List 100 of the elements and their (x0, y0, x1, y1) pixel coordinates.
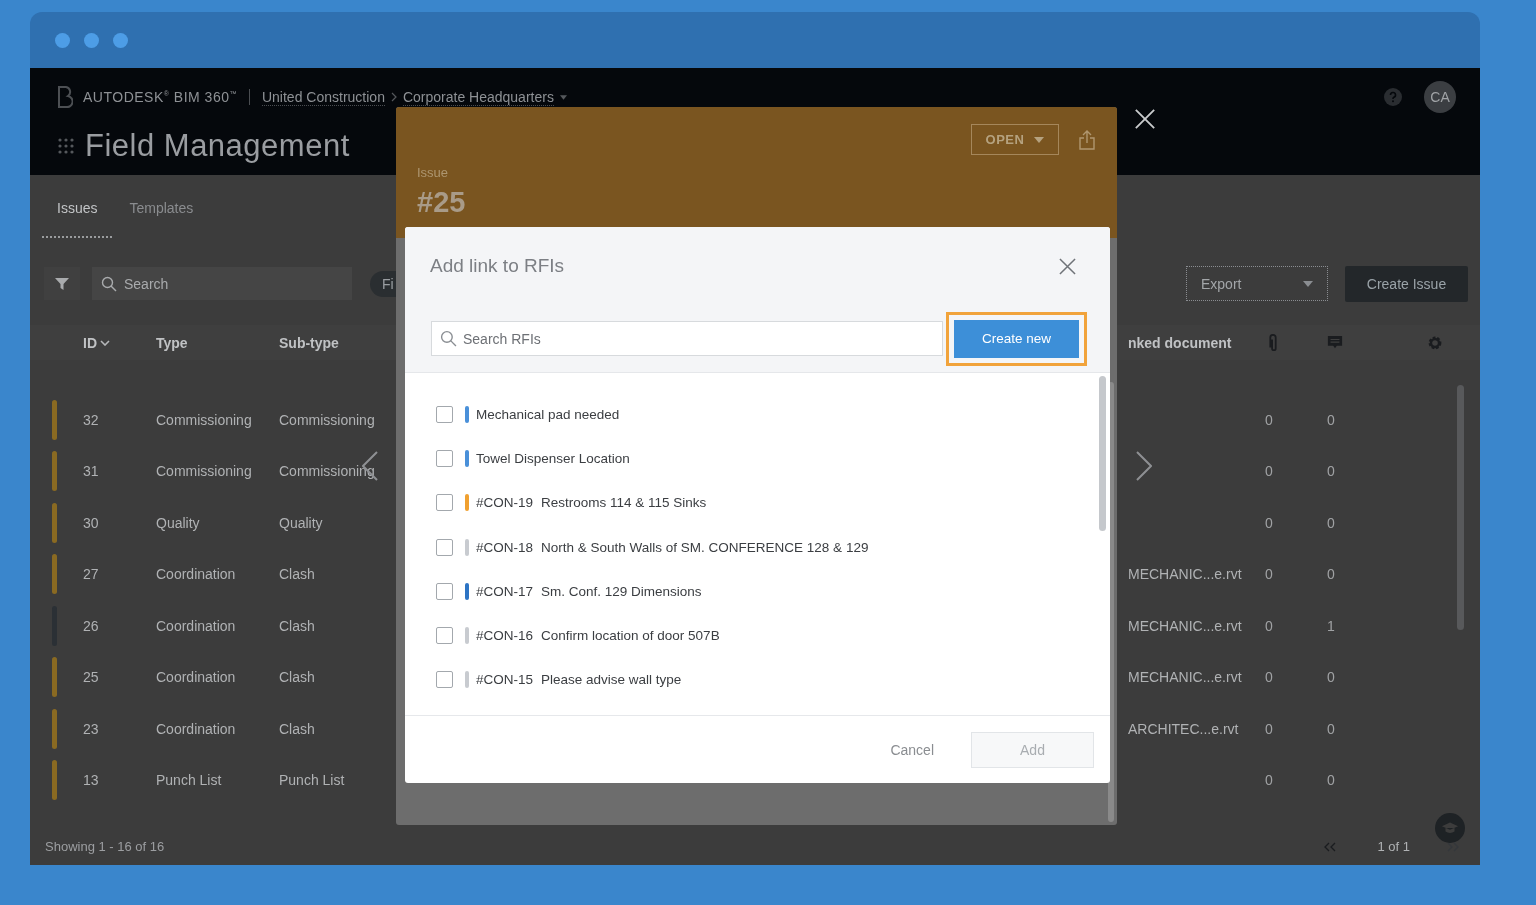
table-cell: Punch List (156, 772, 222, 789)
table-cell: 0 (1265, 463, 1273, 480)
table-cell: 0 (1327, 411, 1335, 428)
window-dot-icon (84, 32, 99, 48)
checkbox[interactable] (436, 671, 453, 689)
dialog-title: Add link to RFIs (430, 255, 565, 277)
last-page-icon[interactable] (1446, 841, 1460, 852)
table-cell: 0 (1265, 772, 1273, 789)
issue-number: #25 (417, 186, 467, 219)
caret-icon (1303, 280, 1313, 287)
create-issue-button[interactable]: Create Issue (1345, 265, 1468, 302)
table-cell: MECHANIC...e.rvt (1128, 669, 1242, 686)
rfi-title: Mechanical pad needed (476, 406, 620, 422)
table-cell: Commissioning (156, 411, 252, 428)
rfi-title: Please advise wall type (541, 672, 682, 688)
table-cell: MECHANIC...e.rvt (1128, 617, 1242, 634)
table-cell: 30 (83, 514, 99, 531)
app-grid-icon[interactable] (57, 137, 75, 155)
breadcrumb-link[interactable]: United Construction (261, 88, 385, 106)
table-cell: Quality (279, 514, 323, 531)
table-cell: Clash (279, 669, 315, 686)
rfi-number: #CON-17 (476, 583, 534, 599)
column-header[interactable]: nked document (1128, 334, 1232, 351)
table-cell: 0 (1265, 669, 1273, 686)
table-cell: 13 (83, 772, 99, 789)
table-cell: 0 (1265, 720, 1273, 737)
filter-button[interactable] (44, 267, 80, 300)
window-dot-icon (113, 32, 128, 48)
user-avatar[interactable]: CA (1424, 81, 1456, 113)
checkbox[interactable] (436, 627, 453, 645)
rfi-title: North & South Walls of SM. CONFERENCE 128 & 129 (541, 539, 869, 555)
chevron-icon (390, 92, 397, 102)
first-page-icon[interactable] (1323, 841, 1338, 852)
rfi-title: Sm. Conf. 129 Dimensions (541, 583, 702, 599)
table-cell: 32 (83, 411, 99, 428)
table-cell: Coordination (156, 720, 236, 737)
rfi-title: Confirm location of door 507B (541, 628, 720, 644)
table-cell: 0 (1327, 463, 1335, 480)
search-field[interactable]: Search (92, 267, 352, 300)
brand-name: AUTODESK$^{®}$ BIM 360$^{™}$ (83, 89, 237, 105)
table-cell: 0 (1327, 669, 1335, 686)
table-cell: Coordination (156, 566, 236, 583)
caret-icon (1034, 136, 1045, 143)
column-header[interactable]: Type (156, 334, 188, 351)
table-cell: 0 (1327, 566, 1335, 583)
table-cell: Clash (279, 720, 315, 737)
result-count: Showing 1 - 16 of 16 (45, 839, 165, 854)
page-indicator: 1 of 1 (1377, 839, 1410, 854)
table-cell: 1 (1327, 617, 1335, 634)
table-cell: Punch List (279, 772, 345, 789)
caret-icon (559, 94, 567, 100)
table-cell: Commissioning (279, 411, 375, 428)
checkbox[interactable] (436, 538, 453, 556)
table-cell: 0 (1265, 617, 1273, 634)
create-new-button[interactable]: Create new (954, 319, 1079, 358)
cancel-button[interactable]: Cancel (890, 741, 934, 758)
checkbox[interactable] (436, 405, 453, 423)
rfi-number: #CON-19 (476, 495, 534, 511)
rfi-number: #CON-16 (476, 628, 534, 644)
checkbox[interactable] (436, 494, 453, 512)
table-cell: 0 (1327, 772, 1335, 789)
table-cell: MECHANIC...e.rvt (1128, 566, 1242, 583)
table-cell: 0 (1265, 566, 1273, 583)
table-cell: 27 (83, 566, 99, 583)
share-icon[interactable] (1079, 129, 1095, 150)
table-cell: Clash (279, 617, 315, 634)
rfi-number: #CON-18 (476, 539, 534, 555)
rfi-title: Towel Dispenser Location (476, 450, 630, 466)
table-cell: ARCHITEC...e.rvt (1128, 720, 1239, 737)
column-header[interactable]: ID (83, 334, 110, 351)
scrollbar[interactable] (1457, 385, 1464, 630)
checkbox[interactable] (436, 582, 453, 600)
table-cell: 31 (83, 463, 99, 480)
table-cell: Clash (279, 566, 315, 583)
close-icon[interactable] (1134, 108, 1156, 130)
page-title: Field Management (85, 128, 350, 164)
funnel-icon (55, 277, 69, 290)
window-dot-icon (55, 32, 70, 48)
table-cell: 25 (83, 669, 99, 686)
table-cell: 0 (1265, 514, 1273, 531)
checkbox[interactable] (436, 449, 453, 467)
table-cell: 23 (83, 720, 99, 737)
search-field[interactable]: Search RFIs (431, 321, 943, 356)
scrollbar[interactable] (1099, 376, 1106, 531)
table-cell: Coordination (156, 617, 236, 634)
table-cell: 0 (1327, 514, 1335, 531)
table-cell: 0 (1327, 720, 1335, 737)
tab[interactable]: Templates (129, 200, 194, 238)
table-cell: Quality (156, 514, 200, 531)
project-dropdown[interactable]: Corporate Headquarters (402, 88, 554, 106)
tab[interactable]: Issues (42, 200, 113, 238)
table-cell: Commissioning (156, 463, 252, 480)
table-cell: Coordination (156, 669, 236, 686)
table-cell: 26 (83, 617, 99, 634)
issue-label: Issue (417, 165, 450, 180)
column-header[interactable]: Sub-type (279, 334, 339, 351)
help-icon[interactable] (1384, 88, 1402, 106)
export-dropdown[interactable]: Export (1186, 266, 1328, 301)
sort-caret-icon (100, 339, 110, 346)
logo-icon (57, 86, 73, 108)
